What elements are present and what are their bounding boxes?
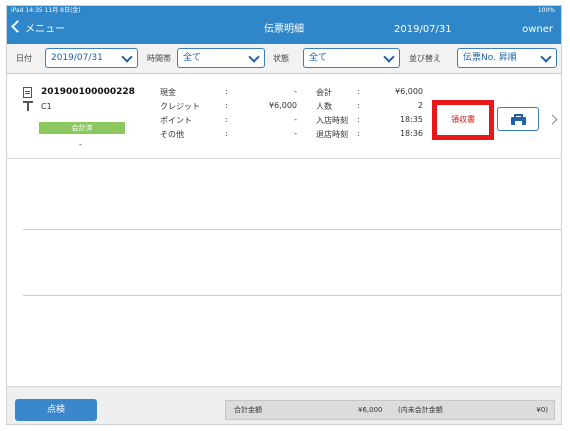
- date-select[interactable]: 2019/07/31: [45, 48, 138, 68]
- slip-number: 201900100000228: [41, 87, 135, 97]
- status-bar: iPad 14:35 11月 8日(金) 100%: [7, 6, 561, 16]
- time-select-value: 全て: [183, 53, 202, 63]
- table-name: C1: [41, 102, 52, 111]
- battery-status: 100%: [537, 7, 555, 14]
- receipt-button-label: 領収書: [437, 105, 489, 135]
- slip-list-empty: [7, 159, 561, 386]
- date-label: 日付: [16, 54, 32, 63]
- document-icon: [23, 87, 32, 98]
- chevron-down-icon: [383, 51, 395, 63]
- colon: :: [357, 87, 360, 96]
- credit-value: ¥6,000: [269, 101, 297, 110]
- sort-select-value: 伝票No. 昇順: [463, 53, 517, 63]
- printer-icon: [511, 114, 526, 125]
- print-button[interactable]: [497, 107, 539, 131]
- unpaid-amount-value: ¥0): [536, 406, 548, 414]
- guests-value: 2: [417, 101, 423, 110]
- state-label: 状態: [273, 54, 289, 63]
- checkin-value: 18:35: [399, 115, 423, 124]
- total-amount-value: ¥6,000: [358, 406, 383, 414]
- colon: :: [225, 115, 228, 124]
- colon: :: [225, 87, 228, 96]
- colon: :: [225, 129, 228, 138]
- point-value: -: [294, 115, 297, 124]
- checkout-value: 18:36: [399, 129, 423, 138]
- sort-select[interactable]: 伝票No. 昇順: [457, 48, 557, 68]
- other-label: その他: [160, 130, 184, 139]
- footer-bar: 点検 合計金額 ¥6,000 (内未会計金額 ¥0): [7, 386, 561, 424]
- unpaid-amount-label: (内未会計金額: [398, 406, 443, 414]
- state-select[interactable]: 全て: [303, 48, 400, 68]
- app-window: iPad 14:35 11月 8日(金) 100% メニュー 伝票明細 2019…: [6, 5, 562, 425]
- other-value: -: [294, 129, 297, 138]
- colon: :: [357, 129, 360, 138]
- checkout-label: 退店時刻: [316, 130, 348, 139]
- check-button[interactable]: 点検: [15, 399, 97, 421]
- table-icon: [23, 101, 33, 111]
- user-name: owner: [522, 24, 553, 35]
- status-badge: 会計済: [39, 122, 125, 134]
- status-left: iPad 14:35 11月 8日(金): [11, 7, 81, 14]
- time-label: 時間帯: [147, 54, 171, 63]
- row-divider: [23, 295, 561, 296]
- chevron-down-icon: [248, 51, 260, 63]
- time-select[interactable]: 全て: [177, 48, 265, 68]
- total-amount-label: 合計金額: [234, 406, 262, 414]
- point-label: ポイント: [160, 116, 192, 125]
- date-select-value: 2019/07/31: [51, 53, 103, 63]
- cash-value: -: [294, 87, 297, 96]
- row-divider: [23, 229, 561, 230]
- cash-label: 現金: [160, 88, 176, 97]
- state-select-value: 全て: [309, 53, 328, 63]
- checkin-label: 入店時刻: [316, 116, 348, 125]
- colon: :: [225, 101, 228, 110]
- chevron-down-icon: [540, 51, 552, 63]
- guests-label: 人数: [316, 102, 332, 111]
- chevron-down-icon: [121, 51, 133, 63]
- total-label: 会計: [316, 88, 332, 97]
- sort-label: 並び替え: [409, 54, 441, 63]
- nav-date: 2019/07/31: [394, 24, 452, 35]
- page-title: 伝票明細: [264, 24, 304, 35]
- totals-box: 合計金額 ¥6,000 (内未会計金額 ¥0): [225, 400, 555, 420]
- nav-bar: メニュー 伝票明細 2019/07/31 owner: [7, 16, 561, 44]
- receipt-button[interactable]: 領収書: [432, 100, 494, 140]
- colon: :: [357, 101, 360, 110]
- filter-bar: 日付 2019/07/31 時間帯 全て 状態 全て 並び替え 伝票No. 昇順: [7, 44, 561, 74]
- credit-label: クレジット: [160, 102, 200, 111]
- total-value: ¥6,000: [395, 87, 423, 96]
- colon: :: [357, 115, 360, 124]
- dash-text: -: [79, 140, 82, 149]
